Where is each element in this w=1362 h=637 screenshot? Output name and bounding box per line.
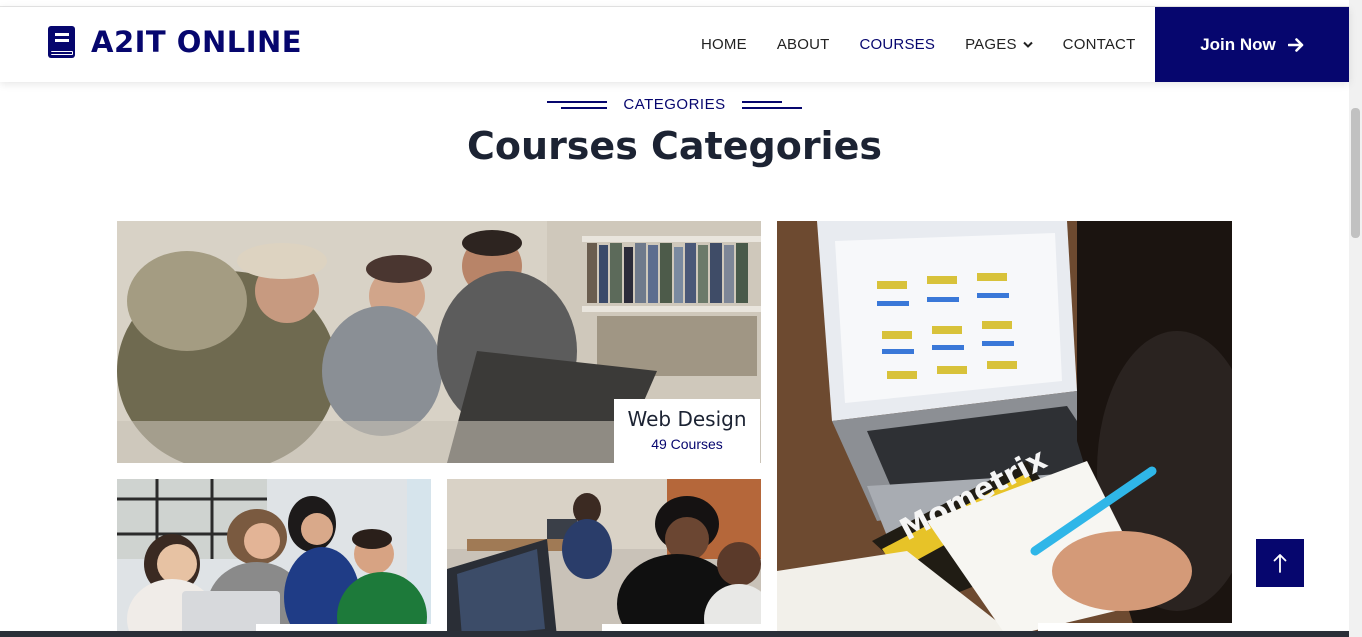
- book-icon: [48, 26, 75, 58]
- page: A2IT ONLINE HOME ABOUT COURSES PAGES CON…: [0, 0, 1362, 637]
- category-caption: Web Design 49 Courses: [614, 399, 760, 463]
- navbar: A2IT ONLINE HOME ABOUT COURSES PAGES CON…: [0, 7, 1349, 82]
- nav-courses[interactable]: COURSES: [860, 36, 936, 53]
- top-strip: [0, 0, 1349, 7]
- section-title: Courses Categories: [467, 124, 882, 168]
- nav-about[interactable]: ABOUT: [777, 36, 830, 53]
- category-photo: [447, 479, 761, 637]
- arrow-up-icon: [1273, 554, 1287, 573]
- arrow-right-icon: [1287, 37, 1304, 52]
- back-to-top-button[interactable]: [1256, 539, 1304, 587]
- main-nav: HOME ABOUT COURSES PAGES CONTACT: [701, 7, 1165, 82]
- chevron-down-icon: [1022, 41, 1033, 48]
- category-card-3[interactable]: [447, 479, 761, 637]
- nav-pages[interactable]: PAGES: [965, 36, 1033, 53]
- brand-logo[interactable]: A2IT ONLINE: [47, 25, 302, 59]
- nav-pages-label: PAGES: [965, 36, 1017, 53]
- tag-line-left: [547, 99, 608, 111]
- section-tag: CATEGORIES: [0, 96, 1349, 113]
- bottom-strip: [0, 631, 1349, 637]
- tag-line-right: [741, 99, 802, 111]
- category-card-4[interactable]: Mometrix: [777, 221, 1232, 637]
- category-photo: [117, 479, 431, 637]
- nav-home[interactable]: HOME: [701, 36, 747, 53]
- category-card-2[interactable]: [117, 479, 431, 637]
- scrollbar-thumb[interactable]: [1351, 108, 1360, 238]
- category-photo: Mometrix: [777, 221, 1232, 637]
- category-title: Web Design: [627, 407, 747, 431]
- page-scrollbar[interactable]: [1349, 0, 1362, 637]
- nav-contact[interactable]: CONTACT: [1063, 36, 1136, 53]
- join-now-button[interactable]: Join Now: [1155, 7, 1349, 82]
- section-tag-label: CATEGORIES: [623, 96, 726, 113]
- category-count: 49 Courses: [651, 436, 723, 452]
- join-now-label: Join Now: [1200, 34, 1276, 54]
- brand-name: A2IT ONLINE: [91, 25, 303, 59]
- category-card-web-design[interactable]: Web Design 49 Courses: [117, 221, 761, 463]
